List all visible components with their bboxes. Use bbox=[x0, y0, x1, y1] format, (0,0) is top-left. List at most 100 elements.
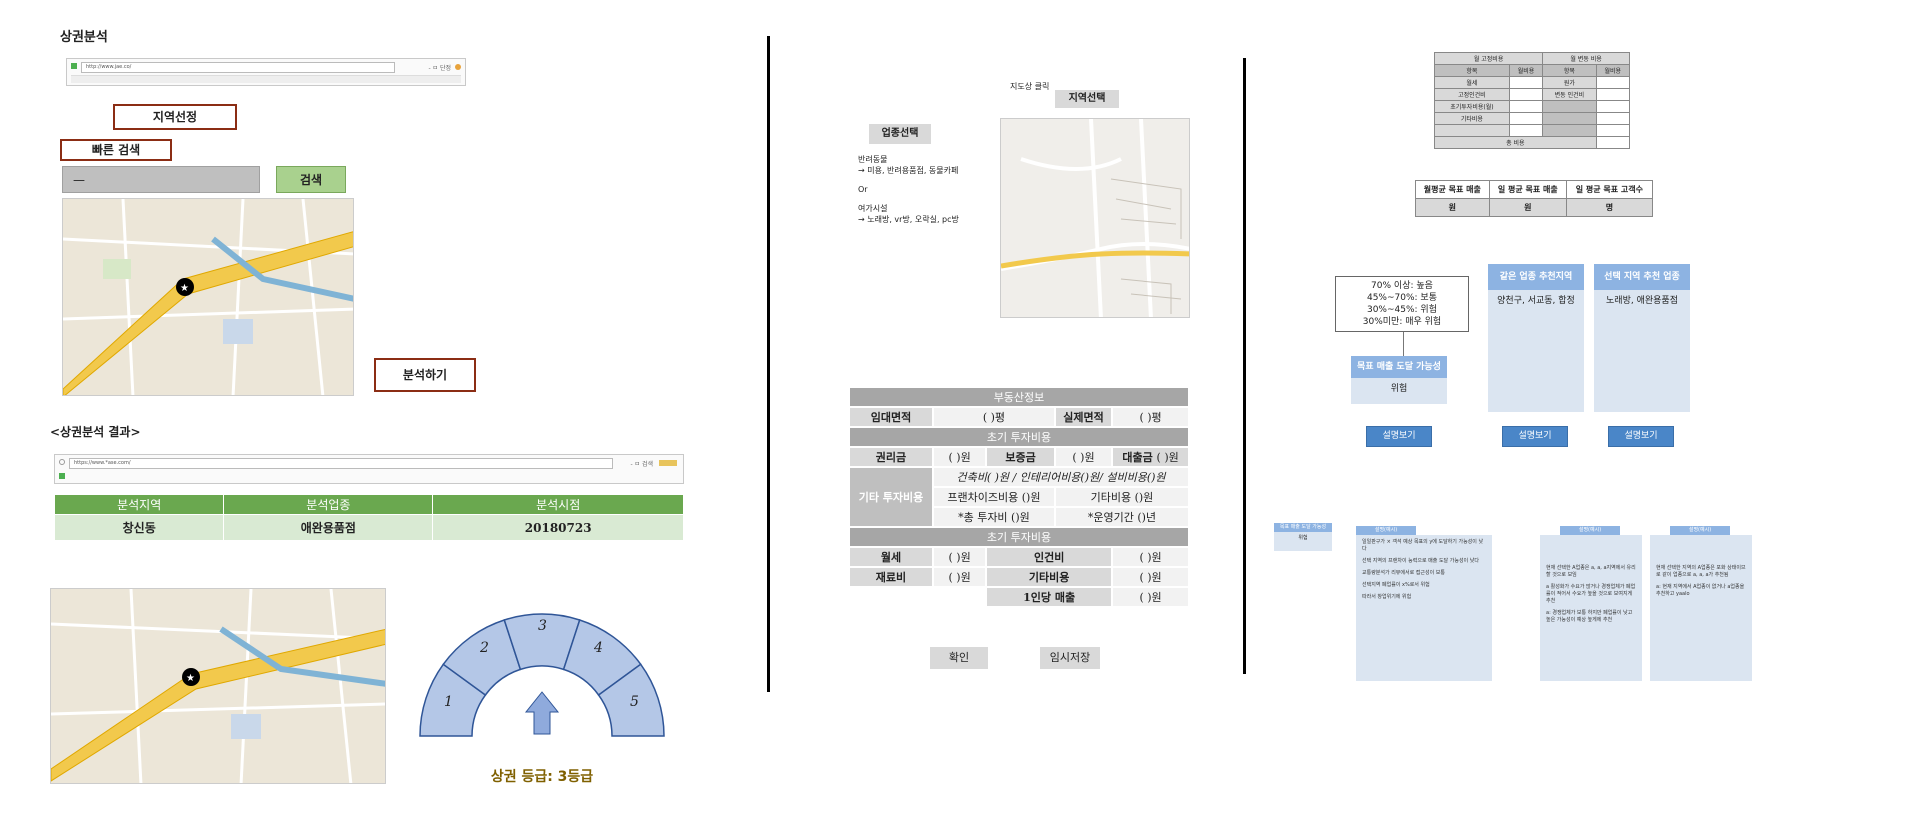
material-input[interactable]: ( )원 bbox=[931, 566, 988, 588]
panel3-line: 현재 선택한 지역의 A업종은 포화 상태이므로 같이 업종으로 a, a, a… bbox=[1656, 565, 1746, 578]
other-invest-line[interactable]: 건축비( )원 / 인테리어비용()원/ 설비비용()원 bbox=[931, 466, 1191, 488]
target-unit-monthly[interactable]: 원 bbox=[1415, 198, 1490, 217]
cost-row-label: 기타비용 bbox=[1434, 112, 1510, 125]
tab-favicon-icon bbox=[59, 473, 65, 479]
address-bar[interactable]: http://www.jae.co/ bbox=[81, 62, 395, 73]
cost-col-item-2: 항목 bbox=[1542, 64, 1597, 77]
cost-cell[interactable] bbox=[1595, 76, 1631, 89]
other-invest-label: 기타 투자비용 bbox=[848, 466, 934, 528]
area-input[interactable]: ( )평 bbox=[931, 406, 1056, 428]
cost-cell[interactable] bbox=[1508, 100, 1544, 113]
explain-button-1[interactable]: 설명보기 bbox=[1366, 426, 1432, 447]
legend-risk: 30%~45%: 위험 bbox=[1366, 305, 1437, 315]
labor-input[interactable]: ( )원 bbox=[1111, 546, 1190, 568]
gauge-label-5: 5 bbox=[630, 694, 639, 710]
target-unit-daily[interactable]: 원 bbox=[1488, 198, 1567, 217]
star-icon[interactable] bbox=[455, 64, 461, 70]
target-table: 월평균 목표 매출 일 평균 목표 매출 일 평균 목표 고객수 원 원 명 bbox=[1415, 180, 1654, 217]
panel1-line: 선택지역 폐업률이 x%로서 위험 bbox=[1362, 582, 1430, 588]
loan-input[interactable]: ( )원 bbox=[1157, 451, 1179, 464]
cost-row-label: 초기투자비용(월) bbox=[1434, 100, 1510, 113]
cost-cell bbox=[1542, 112, 1597, 125]
gauge-label-2: 2 bbox=[479, 640, 489, 656]
category-select-btn[interactable]: 업종선택 bbox=[869, 124, 931, 144]
explain-panel-1-head: 설명(예시) bbox=[1356, 526, 1416, 535]
cost-cell[interactable] bbox=[1595, 88, 1631, 101]
deposit-input[interactable]: ( )원 bbox=[1053, 446, 1114, 468]
map-view-3[interactable] bbox=[1000, 118, 1190, 318]
gauge-label-3: 3 bbox=[538, 618, 547, 634]
realestate-title: 부동산정보 bbox=[848, 386, 1190, 408]
map-view-2[interactable]: ★ bbox=[50, 588, 386, 784]
toolbar-icons[interactable] bbox=[659, 460, 677, 466]
cost-cell[interactable] bbox=[1595, 112, 1631, 125]
cost-cell[interactable] bbox=[1508, 124, 1544, 137]
legend-normal: 45%~70%: 보통 bbox=[1366, 293, 1437, 303]
cost-cell[interactable] bbox=[1508, 76, 1544, 89]
cost-col-amount: 월비용 bbox=[1508, 64, 1544, 77]
total-invest: *총 투자비 ()원 bbox=[931, 506, 1056, 528]
etc-input[interactable]: ( )원 bbox=[1111, 566, 1190, 588]
gauge-arrow-icon bbox=[524, 691, 560, 735]
search-button[interactable]: 검색 bbox=[276, 166, 346, 193]
possibility-column: 목표 매출 도달 가능성 위험 bbox=[1351, 356, 1447, 404]
cost-cell[interactable] bbox=[1595, 124, 1631, 137]
panel3-line: a: 현재 지역에서 A업종이 없거나 a업종을 추천하고 yaalo bbox=[1656, 584, 1745, 597]
map-view-1[interactable]: ★ bbox=[62, 198, 354, 396]
back-icon[interactable] bbox=[59, 459, 65, 465]
real-area-input[interactable]: ( )평 bbox=[1111, 406, 1190, 428]
search-input[interactable]: — bbox=[62, 166, 260, 193]
premium-input[interactable]: ( )원 bbox=[931, 446, 988, 468]
category-options: 반려동물 → 미용, 반려용품점, 동물카페 Or 여가시설 → 노래방, vr… bbox=[858, 154, 959, 225]
cost-cell[interactable] bbox=[1508, 88, 1544, 101]
svg-text:★: ★ bbox=[180, 283, 189, 294]
address-bar-2[interactable]: https://www.*ase.com/ bbox=[69, 458, 613, 469]
period-input[interactable]: *운영기간 ()년 bbox=[1053, 506, 1191, 528]
browser-window-1: http://www.jae.co/ - ㅁ 단정 bbox=[66, 58, 466, 86]
explain-button-3[interactable]: 설명보기 bbox=[1608, 426, 1674, 447]
cost-col-item: 항목 bbox=[1434, 64, 1510, 77]
confirm-button[interactable]: 확인 bbox=[930, 647, 988, 669]
page-title: 상권분석 bbox=[60, 30, 108, 45]
cost-row-label: 월세 bbox=[1434, 76, 1510, 89]
labor-label: 인건비 bbox=[985, 546, 1114, 568]
explain-button-2[interactable]: 설명보기 bbox=[1502, 426, 1568, 447]
rent-input[interactable]: ( )원 bbox=[931, 546, 988, 568]
franchise-input[interactable]: 프랜차이즈비용 ()원 bbox=[931, 486, 1056, 508]
category-option-pet[interactable]: 반려동물 bbox=[858, 154, 959, 165]
realestate-form: 부동산정보 임대면적 ( )평 실제면적 ( )평 초기 투자비용 권리금 ( … bbox=[848, 386, 1191, 608]
etc-cost-input[interactable]: 기타비용 ()원 bbox=[1053, 486, 1191, 508]
target-head-daily: 일 평균 목표 매출 bbox=[1488, 180, 1567, 199]
browser-favicon-icon bbox=[71, 63, 77, 69]
panel2-line: a: 경쟁업체가 보통 하지만 폐업률이 낮고 높은 가능성이 예상 높게에 추… bbox=[1546, 610, 1633, 623]
possibility-value: 위험 bbox=[1390, 384, 1408, 394]
same-category-column: 같은 업종 추천지역 양천구, 서교동, 합정 bbox=[1488, 264, 1584, 412]
explain-panel-1: 설명(예시) 일일판구가 × 객석 예상 목표의 y에 도달하기 가능성이 낮다… bbox=[1356, 526, 1492, 682]
rent-label: 월세 bbox=[848, 546, 934, 568]
var-cost-head: 월 변동 비용 bbox=[1542, 52, 1630, 65]
panel1-line: 선택 지역의 프랜차이 능력으로 매출 도달 가능성이 낮다 bbox=[1362, 558, 1479, 564]
cost-cell[interactable] bbox=[1595, 100, 1631, 113]
region-select-btn[interactable]: 지역선택 bbox=[1055, 90, 1119, 108]
analyze-button[interactable]: 분석하기 bbox=[374, 358, 476, 392]
region-select-button[interactable]: 지역선정 bbox=[113, 104, 237, 130]
result-table: 분석지역 분석업종 분석시점 창신동 애완용품점 20180723 bbox=[53, 494, 684, 541]
cost-table: 월 고정비용 월 변동 비용 항목 월비용 항목 월비용 월세 원가 고정인건비 변… bbox=[1433, 52, 1631, 149]
loan-cell: 대출금 ( )원 bbox=[1111, 446, 1190, 468]
target-unit-customers[interactable]: 명 bbox=[1565, 198, 1654, 217]
result-heading: <상권분석 결과> bbox=[50, 425, 141, 439]
fixed-cost-head: 월 고정비용 bbox=[1433, 52, 1544, 65]
possibility-head: 목표 매출 도달 가능성 bbox=[1351, 356, 1447, 378]
real-area-label: 실제면적 bbox=[1053, 406, 1114, 428]
area-label: 임대면적 bbox=[848, 406, 934, 428]
category-option-leisure[interactable]: 여가시설 bbox=[858, 203, 959, 214]
legend-high: 70% 이상: 높음 bbox=[1371, 281, 1433, 291]
cost-cell[interactable] bbox=[1508, 112, 1544, 125]
save-draft-button[interactable]: 임시저장 bbox=[1040, 647, 1100, 669]
result-header-category: 분석업종 bbox=[223, 494, 434, 515]
panel1-line: 교통량분석가 리뷰에서로 접근성이 보통 bbox=[1362, 570, 1445, 576]
per-person-input[interactable]: ( )원 bbox=[1111, 586, 1190, 608]
gauge-label-1: 1 bbox=[444, 694, 453, 710]
browser-window-2: https://www.*ase.com/ - ㅁ 검색 bbox=[54, 454, 684, 484]
deposit-label: 보증금 bbox=[985, 446, 1056, 468]
